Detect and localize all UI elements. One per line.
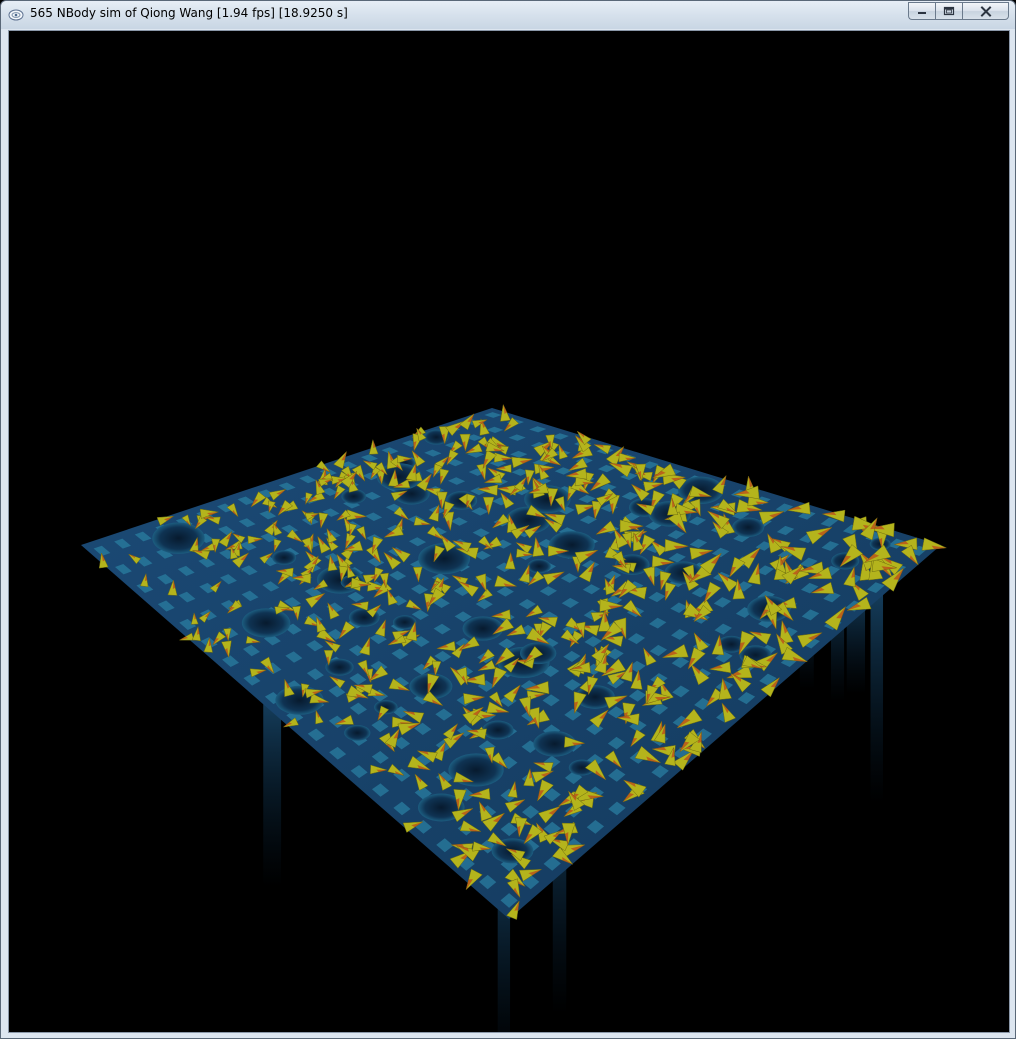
minimize-button[interactable] [908, 2, 935, 20]
gravity-well [241, 608, 291, 638]
gravity-well [272, 550, 297, 565]
opengl-window-icon[interactable] [8, 7, 24, 23]
particle [500, 403, 511, 422]
minimize-icon [918, 12, 926, 14]
caption-buttons [908, 2, 1009, 21]
close-button[interactable] [962, 2, 1009, 20]
maximize-button[interactable] [935, 2, 962, 20]
title-bar[interactable]: 565 NBody sim of Qiong Wang [1.94 fps] [… [1, 1, 1015, 29]
gravity-well [527, 559, 551, 574]
gravity-well [344, 725, 371, 741]
maximize-icon [943, 6, 955, 16]
particle [921, 537, 948, 551]
window-title: 565 NBody sim of Qiong Wang [1.94 fps] [… [30, 6, 348, 20]
nbody-scene[interactable] [9, 31, 1009, 1032]
gravity-well [462, 616, 504, 641]
close-icon [980, 5, 991, 17]
gravity-well [732, 517, 765, 537]
app-window: 565 NBody sim of Qiong Wang [1.94 fps] [… [0, 0, 1016, 1039]
opengl-viewport[interactable] [8, 30, 1010, 1033]
gravity-well [482, 720, 514, 740]
